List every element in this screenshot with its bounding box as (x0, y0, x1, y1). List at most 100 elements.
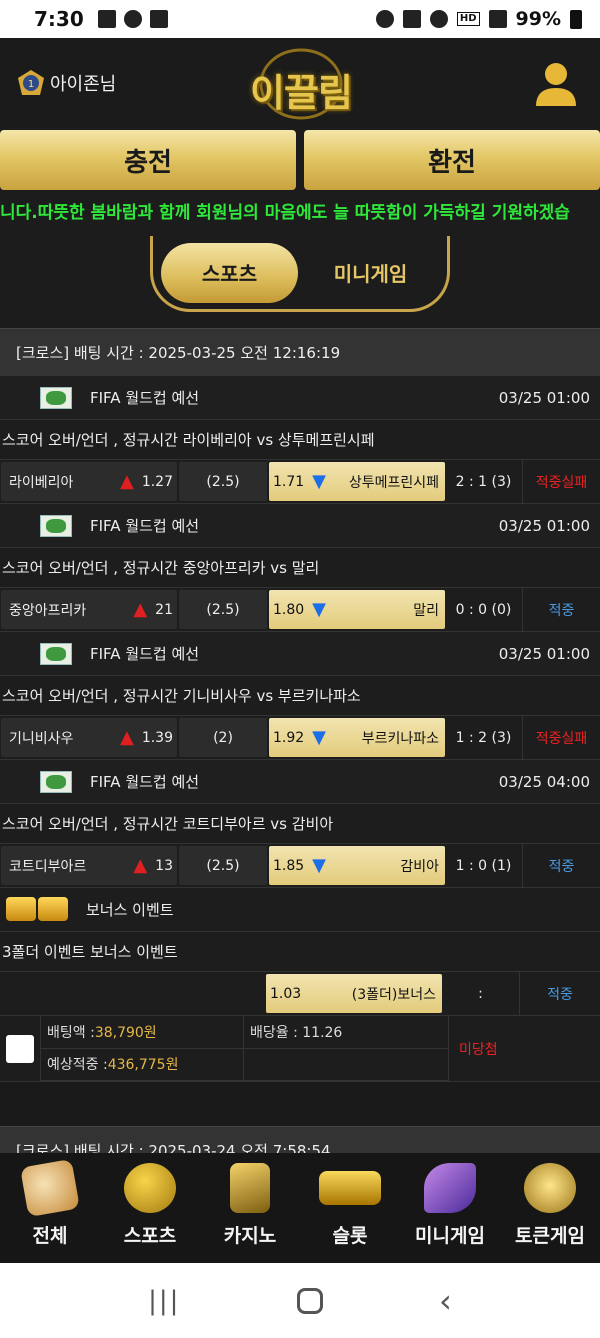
arrow-down-icon: ▼ (312, 471, 327, 492)
away-odds-cell-selected[interactable]: 1.80 ▼ 말리 (269, 590, 445, 629)
rank-badge-icon: 1 (18, 70, 44, 95)
odds-row: 중앙아프리카 ▲ 21 (2.5) 1.80 ▼ 말리 0 : 0 (0) 적중 (0, 588, 600, 632)
withdraw-button[interactable]: 환전 (304, 130, 600, 190)
home-team: 코트디부아르 (9, 858, 87, 875)
rate-col: 배당율 : 11.26 (243, 1016, 448, 1081)
arrow-up-icon: ▲ (119, 727, 134, 748)
deposit-button[interactable]: 충전 (0, 130, 296, 190)
away-odds-cell-selected[interactable]: 1.71 ▼ 상투메프린시페 (269, 462, 445, 501)
result-badge: 적중 (548, 602, 575, 619)
nav-label: 전체 (32, 1225, 68, 1247)
home-odds-cell[interactable]: 코트디부아르 ▲ 13 (1, 846, 177, 885)
league-row: FIFA 월드컵 예선 03/25 01:00 (0, 376, 600, 420)
arrow-up-icon: ▲ (133, 855, 148, 876)
nav-sports[interactable]: 스포츠 (100, 1153, 200, 1263)
match-title: 스코어 오버/언더 , 정규시간 중앙아프리카 vs 말리 (0, 548, 600, 588)
system-icons: HD 99% (375, 8, 582, 30)
tab-sports[interactable]: 스포츠 (161, 242, 298, 303)
roulette-icon (524, 1163, 576, 1213)
home-odds-cell[interactable]: 라이베리아 ▲ 1.27 (1, 462, 177, 501)
home-odds: 1.39 (141, 729, 173, 746)
arrow-up-icon: ▲ (133, 599, 148, 620)
away-team: 감비아 (400, 858, 439, 875)
soccer-ball-icon (124, 1163, 176, 1213)
odds-row: 라이베리아 ▲ 1.27 (2.5) 1.71 ▼ 상투메프린시페 2 : 1 … (0, 460, 600, 504)
site-logo[interactable]: 이끌림 (246, 44, 356, 124)
match-time: 03/25 01:00 (498, 644, 590, 663)
away-odds-cell-selected[interactable]: 1.92 ▼ 부르키나파소 (269, 718, 445, 757)
treasure-chest-icon (6, 896, 70, 923)
bet-amount-line: 배팅액 : 38,790원 (41, 1016, 243, 1049)
logo-text: 이끌림 (250, 71, 353, 115)
system-nav-bar: ||| ‹ (0, 1263, 600, 1338)
profile-icon[interactable] (534, 60, 578, 108)
line-cell[interactable]: (2.5) (179, 846, 267, 885)
home-team: 기니비사우 (9, 730, 74, 747)
nav-label: 스포츠 (123, 1225, 177, 1247)
result-badge: 적중 (547, 986, 573, 1003)
result-badge: 적중 (548, 858, 575, 875)
nav-slot[interactable]: 슬롯 (300, 1153, 400, 1263)
back-icon[interactable]: ‹ (439, 1282, 452, 1320)
user-info[interactable]: 1 아이존님 (16, 68, 116, 98)
home-odds: 13 (155, 857, 173, 874)
clock: 7:30 (34, 7, 84, 31)
app-header: 1 아이존님 이끌림 (0, 38, 600, 128)
empty-cell (0, 972, 266, 1015)
nav-token[interactable]: 토큰게임 (500, 1153, 600, 1263)
away-odds-cell-selected[interactable]: 1.85 ▼ 감비아 (269, 846, 445, 885)
home-team: 중앙아프리카 (9, 602, 87, 619)
tab-minigame[interactable]: 미니게임 (302, 243, 439, 303)
nav-minigame[interactable]: 미니게임 (400, 1153, 500, 1263)
slot-777-icon (319, 1171, 381, 1205)
cash-buttons: 충전 환전 (0, 130, 600, 192)
checkbox-icon (149, 10, 168, 28)
match-time: 03/25 04:00 (498, 772, 590, 791)
nav-all[interactable]: 전체 (0, 1153, 100, 1263)
signal-icon (488, 10, 507, 28)
odds-row: 코트디부아르 ▲ 13 (2.5) 1.85 ▼ 감비아 1 : 0 (1) 적… (0, 844, 600, 888)
match-title: 스코어 오버/언더 , 정규시간 코트디부아르 vs 감비아 (0, 804, 600, 844)
home-odds-cell[interactable]: 기니비사우 ▲ 1.39 (1, 718, 177, 757)
away-team: 부르키나파소 (361, 730, 439, 747)
select-checkbox[interactable] (6, 1034, 34, 1063)
recent-apps-icon[interactable]: ||| (148, 1286, 180, 1316)
empty-line (244, 1049, 448, 1081)
nav-label: 슬롯 (332, 1225, 368, 1247)
gallery-icon (97, 10, 116, 28)
expected-win: 436,775원 (107, 1057, 179, 1074)
home-icon[interactable] (296, 1287, 323, 1314)
nav-casino[interactable]: 카지노 (200, 1153, 300, 1263)
line-cell[interactable]: (2.5) (179, 590, 267, 629)
africa-flag-icon (40, 642, 72, 665)
match-title: 스코어 오버/언더 , 정규시간 라이베리아 vs 상투메프린시페 (0, 420, 600, 460)
away-odds: 1.85 (273, 857, 305, 874)
bet-summary: 배팅액 : 38,790원 예상적중 : 436,775원 배당율 : 11.2… (0, 1016, 600, 1082)
match-title: 스코어 오버/언더 , 정규시간 기니비사우 vs 부르키나파소 (0, 676, 600, 716)
bonus-score: : (442, 972, 520, 1015)
select-cell (0, 1016, 40, 1081)
status-bar: 7:30 HD 99% (0, 0, 600, 38)
league-name: FIFA 월드컵 예선 (90, 645, 200, 663)
final-score: 1 : 0 (1) (445, 844, 523, 887)
notification-icons (97, 10, 168, 28)
away-odds: 1.92 (273, 729, 305, 746)
notice-marquee: 니다.따뜻한 봄바람과 함께 회원님의 마음에도 늘 따뜻함이 가득하길 기원하… (0, 203, 570, 223)
line-cell[interactable]: (2.5) (179, 462, 267, 501)
settle-status: 미당첨 (448, 1016, 600, 1081)
bonus-odds: 1.03 (270, 985, 302, 1002)
result-badge: 적중실패 (535, 730, 588, 747)
wifi-icon (429, 10, 448, 28)
home-odds: 1.27 (141, 473, 173, 490)
home-odds-cell[interactable]: 중앙아프리카 ▲ 21 (1, 590, 177, 629)
rocket-icon (424, 1163, 476, 1213)
match-time: 03/25 01:00 (498, 516, 590, 535)
spacer (0, 1082, 600, 1126)
arrow-down-icon: ▼ (312, 855, 327, 876)
line-cell[interactable]: (2) (179, 718, 267, 757)
battery-percent: 99% (515, 8, 561, 30)
odds-rate: 배당율 : 11.26 (244, 1016, 448, 1049)
amount-col: 배팅액 : 38,790원 예상적중 : 436,775원 (40, 1016, 243, 1081)
bet-amount: 38,790원 (94, 1024, 157, 1041)
bet-amount-label: 배팅액 : (47, 1024, 95, 1041)
